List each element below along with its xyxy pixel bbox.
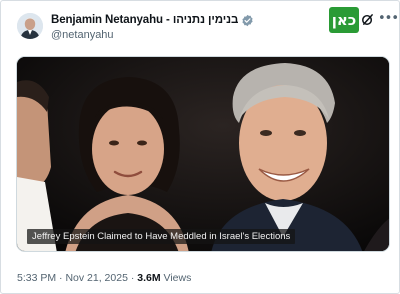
image-caption: Jeffrey Epstein Claimed to Have Meddled … [27, 229, 296, 244]
post-time[interactable]: 5:33 PM [17, 272, 56, 284]
post-card: Benjamin Netanyahu - בנימין נתניהו @neta… [0, 0, 400, 294]
post-image[interactable] [16, 56, 390, 252]
post-date[interactable]: Nov 21, 2025 [65, 272, 127, 284]
meta-separator: · [59, 272, 63, 284]
kan-logo-icon: כאן [329, 7, 359, 33]
more-options-icon[interactable]: ••• [378, 11, 399, 26]
meta-separator: · [130, 272, 135, 284]
author-display-name[interactable]: Benjamin Netanyahu - בנימין נתניהו [51, 14, 238, 26]
verified-badge-icon [241, 14, 254, 27]
author-name-row[interactable]: Benjamin Netanyahu - בנימין נתניהו [51, 13, 254, 27]
views-count[interactable]: 3.6M [137, 272, 160, 284]
views-label: Views [163, 272, 192, 284]
grok-icon[interactable] [361, 13, 374, 26]
post-metadata: 5:33 PM · Nov 21, 2025 · 3.6M Views [17, 272, 191, 284]
author-avatar[interactable] [17, 13, 43, 39]
author-handle[interactable]: @netanyahu [51, 29, 114, 41]
